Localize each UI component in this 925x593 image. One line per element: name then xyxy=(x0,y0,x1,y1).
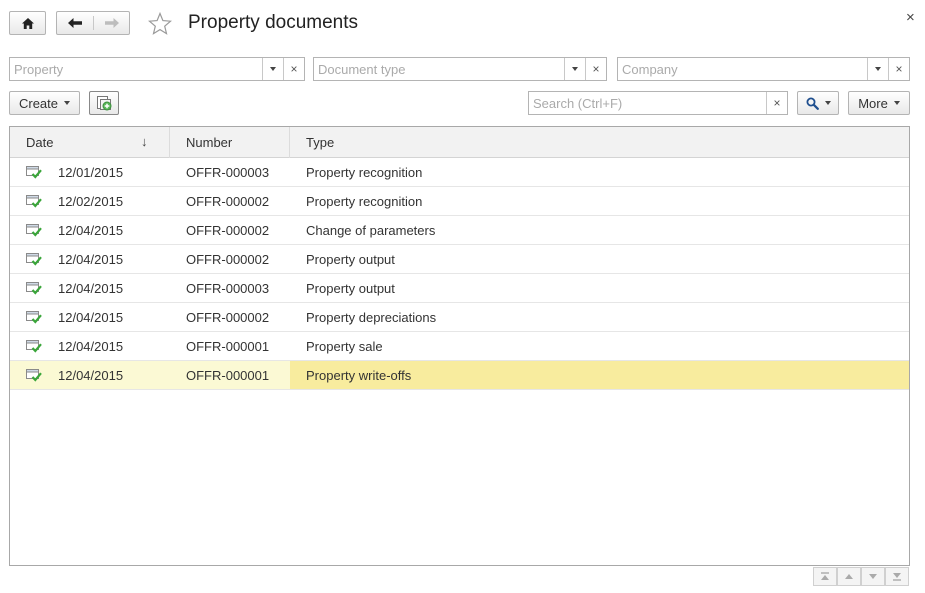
row-date: 12/01/2015 xyxy=(58,165,124,180)
copy-document-icon xyxy=(97,96,112,111)
more-button[interactable]: More xyxy=(848,91,910,115)
search-field[interactable]: Search (Ctrl+F) × xyxy=(528,91,788,115)
create-button[interactable]: Create xyxy=(9,91,80,115)
table-row[interactable]: 12/02/2015 OFFR-000002 Property recognitio… xyxy=(10,187,909,216)
property-clear-button[interactable]: × xyxy=(283,58,304,80)
column-header-date-label: Date xyxy=(26,135,54,150)
company-filter-field[interactable]: Company × xyxy=(617,57,910,81)
chevron-down-icon xyxy=(893,101,900,105)
document-posted-icon xyxy=(26,340,42,356)
search-input[interactable]: Search (Ctrl+F) xyxy=(529,92,766,114)
forward-button[interactable] xyxy=(94,12,130,34)
arrow-right-icon xyxy=(105,18,119,28)
row-type: Change of parameters xyxy=(306,223,436,238)
table-header: Date ↓ Number Type xyxy=(10,127,909,158)
scroll-down-button[interactable] xyxy=(861,567,885,586)
history-nav xyxy=(56,11,130,35)
column-header-type[interactable]: Type xyxy=(290,127,909,158)
column-header-type-label: Type xyxy=(306,135,335,150)
back-button[interactable] xyxy=(57,12,93,34)
document-type-clear-button[interactable]: × xyxy=(585,58,606,80)
table-row[interactable]: 12/04/2015 OFFR-000002 Change of parameter… xyxy=(10,216,909,245)
chevron-down-icon xyxy=(875,67,881,71)
column-header-number-label: Number xyxy=(186,135,233,150)
property-filter-field[interactable]: Property × xyxy=(9,57,305,81)
chevron-double-up-icon xyxy=(821,572,829,580)
company-clear-button[interactable]: × xyxy=(888,58,909,80)
table-row[interactable]: 12/04/2015 OFFR-000002 Property output xyxy=(10,245,909,274)
row-type: Property recognition xyxy=(306,194,423,209)
row-type: Property recognition xyxy=(306,165,423,180)
table-row[interactable]: 12/04/2015 OFFR-000001 Property sale xyxy=(10,332,909,361)
row-number: OFFR-000001 xyxy=(186,368,270,383)
document-type-dropdown-button[interactable] xyxy=(564,58,585,80)
sort-descending-icon: ↓ xyxy=(141,134,148,149)
row-number: OFFR-000003 xyxy=(186,281,270,296)
document-posted-icon xyxy=(26,282,42,298)
page-title: Property documents xyxy=(188,12,359,33)
chevron-down-icon xyxy=(572,67,578,71)
row-type: Property depreciations xyxy=(306,310,437,325)
chevron-up-icon xyxy=(845,574,853,579)
row-number: OFFR-000002 xyxy=(186,194,270,209)
chevron-down-icon xyxy=(270,67,276,71)
documents-table[interactable]: Date ↓ Number Type 12/01/2015 OFFR-000003… xyxy=(9,126,910,566)
row-date: 12/04/2015 xyxy=(58,223,124,238)
row-date: 12/04/2015 xyxy=(58,281,124,296)
chevron-down-icon xyxy=(824,101,831,105)
table-row[interactable]: 12/04/2015 OFFR-000002 Property depreciati… xyxy=(10,303,909,332)
arrow-left-icon xyxy=(68,18,82,28)
star-icon xyxy=(148,11,172,35)
row-type: Property sale xyxy=(306,339,383,354)
table-row[interactable]: 12/04/2015 OFFR-000003 Property output xyxy=(10,274,909,303)
chevron-down-icon xyxy=(64,101,71,105)
document-posted-icon xyxy=(26,195,42,211)
create-button-label: Create xyxy=(18,95,59,111)
row-type: Property output xyxy=(306,281,395,296)
row-date: 12/02/2015 xyxy=(58,194,124,209)
magnifier-icon xyxy=(806,97,819,110)
home-icon xyxy=(21,17,34,29)
property-filter-placeholder: Property xyxy=(14,62,64,77)
property-dropdown-button[interactable] xyxy=(262,58,283,80)
document-type-filter-field[interactable]: Document type × xyxy=(313,57,607,81)
document-posted-icon xyxy=(26,369,42,385)
table-row[interactable]: 12/01/2015 OFFR-000003 Property recognitio… xyxy=(10,158,909,187)
scroll-up-button[interactable] xyxy=(837,567,861,586)
chevron-double-down-icon xyxy=(893,573,901,581)
more-button-label: More xyxy=(858,95,888,111)
table-row[interactable]: 12/04/2015 OFFR-000001 Property write-offs xyxy=(10,361,909,390)
row-date: 12/04/2015 xyxy=(58,252,124,267)
column-header-number[interactable]: Number xyxy=(170,127,290,158)
document-posted-icon xyxy=(26,253,42,269)
home-button[interactable] xyxy=(9,11,46,35)
row-number: OFFR-000002 xyxy=(186,310,270,325)
chevron-down-icon xyxy=(869,574,877,579)
row-type: Property output xyxy=(306,252,395,267)
scroll-last-button[interactable] xyxy=(885,567,909,586)
document-posted-icon xyxy=(26,311,42,327)
row-date: 12/04/2015 xyxy=(58,310,124,325)
favorite-button[interactable] xyxy=(147,11,173,37)
scroll-first-button[interactable] xyxy=(813,567,837,586)
row-number: OFFR-000001 xyxy=(186,339,270,354)
company-dropdown-button[interactable] xyxy=(867,58,888,80)
row-date: 12/04/2015 xyxy=(58,339,124,354)
document-type-filter-placeholder: Document type xyxy=(318,62,406,77)
search-options-button[interactable] xyxy=(797,91,839,115)
document-posted-icon xyxy=(26,224,42,240)
row-date: 12/04/2015 xyxy=(58,368,124,383)
company-filter-placeholder: Company xyxy=(622,62,678,77)
row-number: OFFR-000002 xyxy=(186,252,270,267)
close-button[interactable]: × xyxy=(906,10,915,26)
search-clear-button[interactable]: × xyxy=(766,92,787,114)
row-type: Property write-offs xyxy=(306,368,412,383)
copy-button[interactable] xyxy=(89,91,119,115)
column-header-date[interactable]: Date ↓ xyxy=(10,127,170,158)
row-number: OFFR-000002 xyxy=(186,223,270,238)
row-number: OFFR-000003 xyxy=(186,165,270,180)
document-posted-icon xyxy=(26,166,42,182)
